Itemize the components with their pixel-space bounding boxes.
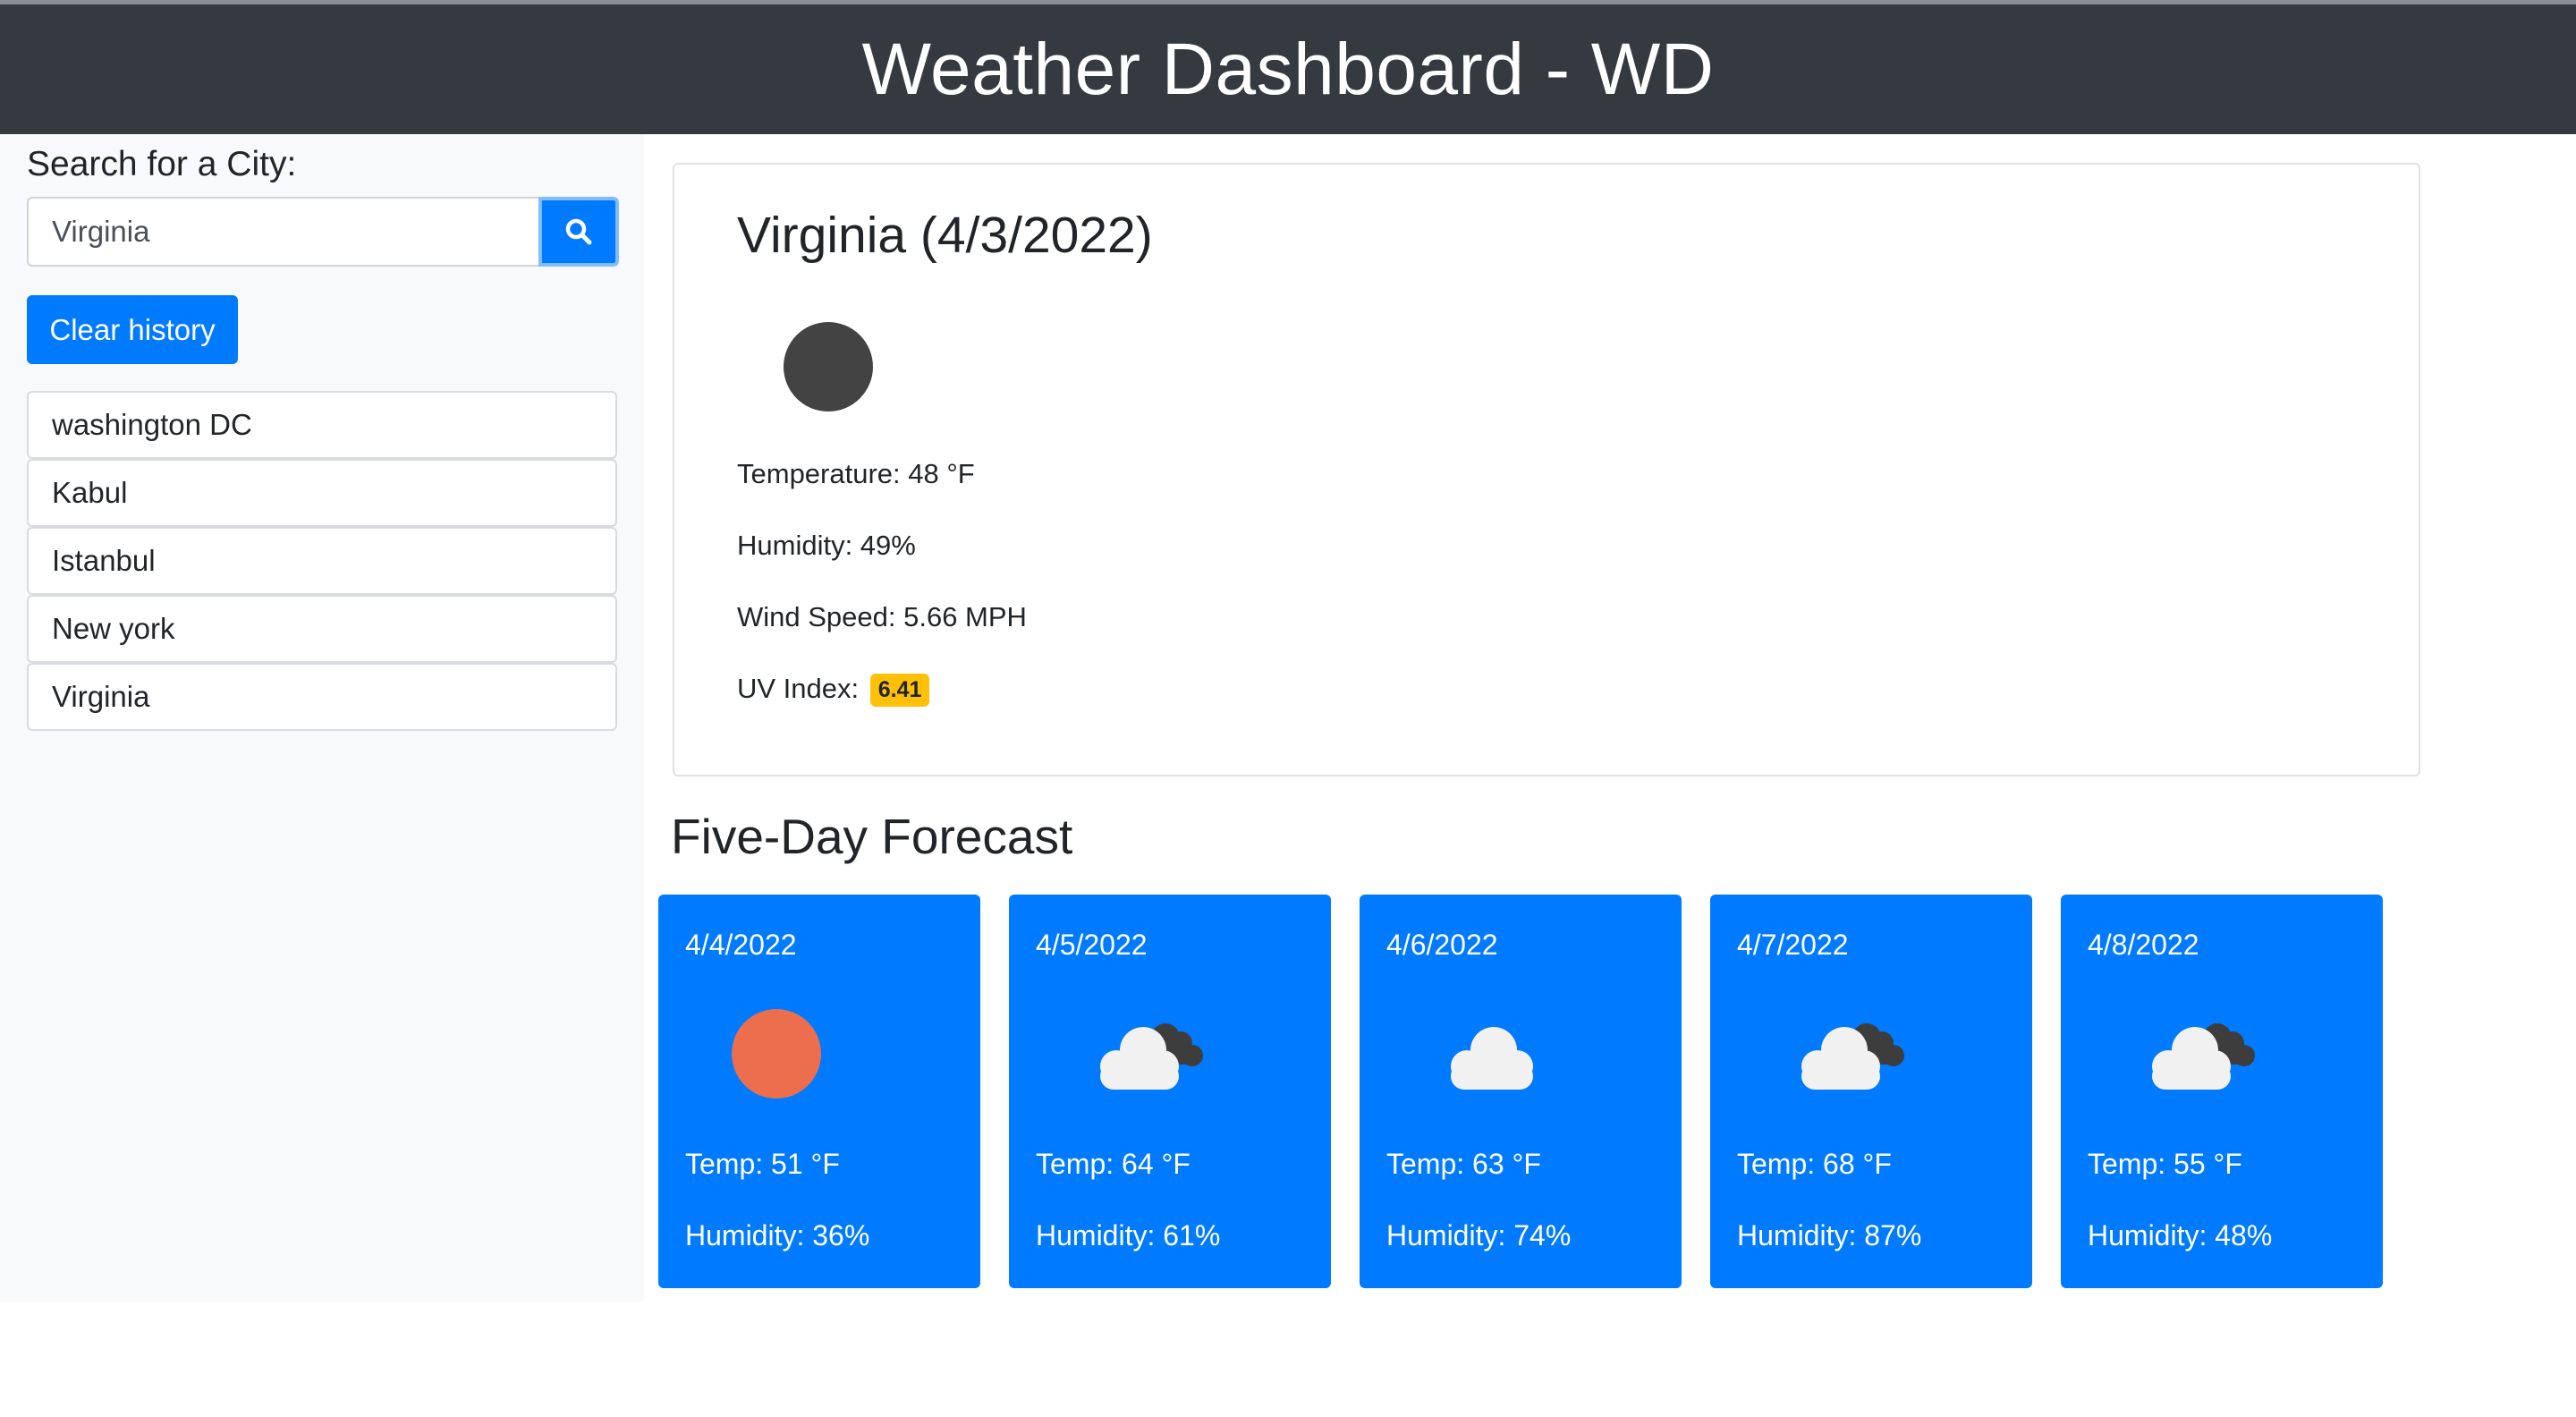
uv-index-badge: 6.41 xyxy=(869,674,930,708)
broken-clouds-icon xyxy=(1100,1023,1203,1090)
clear-history-button[interactable]: Clear history xyxy=(27,295,238,364)
search-row xyxy=(27,197,619,267)
forecast-card: 4/7/2022 Temp: 68 °F Humidity: 87% xyxy=(1710,895,2032,1288)
search-history-list: washington DC Kabul Istanbul New york Vi… xyxy=(27,391,617,731)
forecast-temp: Temp: 63 °F xyxy=(1386,1148,1541,1180)
forecast-humidity: Humidity: 48% xyxy=(2088,1219,2273,1252)
forecast-date: 4/6/2022 xyxy=(1386,929,1498,961)
forecast-card: 4/8/2022 Temp: 55 °F Humidity: 48% xyxy=(2061,895,2383,1288)
sun-icon xyxy=(732,1009,821,1099)
forecast-humidity: Humidity: 74% xyxy=(1386,1219,1572,1252)
city-search-input[interactable] xyxy=(27,197,538,267)
forecast-humidity: Humidity: 87% xyxy=(1737,1219,1922,1252)
forecast-card: 4/6/2022 Temp: 63 °F Humidity: 74% xyxy=(1360,895,1682,1288)
history-item[interactable]: Istanbul xyxy=(27,527,617,595)
forecast-temp: Temp: 64 °F xyxy=(1036,1148,1191,1180)
current-uv-index: UV Index: 6.41 xyxy=(737,673,930,708)
current-humidity: Humidity: 49% xyxy=(737,530,916,561)
forecast-date: 4/5/2022 xyxy=(1036,929,1148,961)
search-button[interactable] xyxy=(538,197,619,267)
forecast-title: Five-Day Forecast xyxy=(671,809,1073,864)
forecast-card: 4/4/2022 Temp: 51 °F Humidity: 36% xyxy=(658,895,980,1288)
broken-clouds-icon xyxy=(1801,1023,1904,1090)
forecast-humidity: Humidity: 36% xyxy=(685,1219,870,1252)
current-wind-speed: Wind Speed: 5.66 MPH xyxy=(737,601,1027,632)
current-weather-card: Virginia (4/3/2022) Temperature: 48 °F H… xyxy=(673,163,2420,776)
forecast-card: 4/5/2022 Temp: 64 °F Humidity: 61% xyxy=(1009,895,1331,1288)
sidebar: Search for a City: Clear history washing… xyxy=(0,134,644,1302)
history-item[interactable]: washington DC xyxy=(27,391,617,459)
history-item[interactable]: New york xyxy=(27,595,617,663)
cloud-icon xyxy=(1451,1027,1533,1090)
uv-index-label: UV Index: xyxy=(737,673,860,704)
forecast-date: 4/7/2022 xyxy=(1737,929,1849,961)
forecast-humidity: Humidity: 61% xyxy=(1036,1219,1221,1252)
history-item[interactable]: Kabul xyxy=(27,459,617,527)
forecast-temp: Temp: 51 °F xyxy=(685,1148,840,1180)
search-label: Search for a City: xyxy=(27,145,297,183)
app-header: Weather Dashboard - WD xyxy=(0,4,2576,134)
forecast-date: 4/4/2022 xyxy=(685,929,797,961)
page-title: Weather Dashboard - WD xyxy=(861,28,1715,110)
broken-clouds-icon xyxy=(2152,1023,2255,1090)
forecast-temp: Temp: 55 °F xyxy=(2088,1148,2242,1180)
history-item[interactable]: Virginia xyxy=(27,663,617,731)
forecast-temp: Temp: 68 °F xyxy=(1737,1148,1892,1180)
current-city-heading: Virginia (4/3/2022) xyxy=(737,207,1153,264)
dark-moon-icon xyxy=(784,322,873,412)
current-temperature: Temperature: 48 °F xyxy=(737,458,975,489)
forecast-date: 4/8/2022 xyxy=(2088,929,2199,961)
search-icon xyxy=(565,218,592,245)
